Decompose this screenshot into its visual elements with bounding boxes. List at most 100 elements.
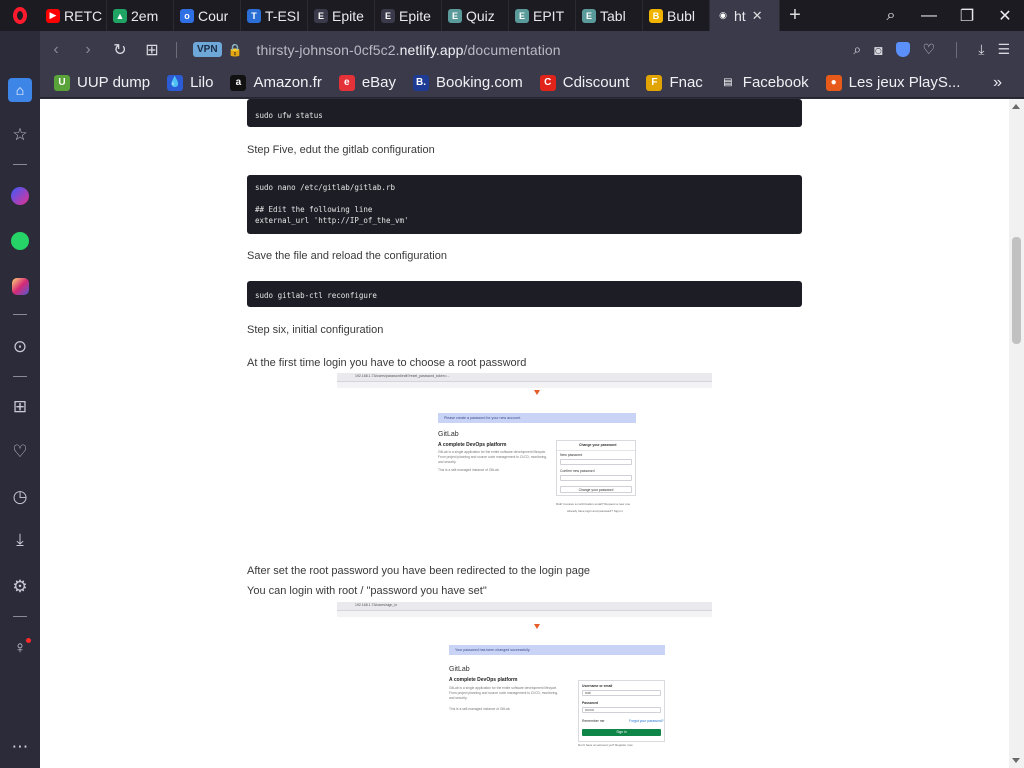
username-label: Username or email: [582, 684, 613, 688]
confirm-password-input[interactable]: [560, 475, 632, 481]
instagram-icon[interactable]: [0, 274, 40, 298]
page-scrollbar[interactable]: [1009, 99, 1024, 768]
tips-bulb-icon[interactable]: ♀: [0, 636, 40, 660]
gitlab-title: GitLab: [438, 431, 459, 438]
minimize-button[interactable]: —: [910, 7, 948, 25]
bookmark-item[interactable]: e eBay: [338, 74, 396, 91]
register-link[interactable]: Don't have an account yet? Register now: [578, 743, 633, 747]
bookmark-item[interactable]: U UUP dump: [54, 74, 150, 91]
scroll-thumb[interactable]: [1012, 237, 1021, 344]
sign-in-link[interactable]: Already have login and password? Sign in: [567, 509, 623, 513]
toolbar-separator: [956, 41, 958, 58]
downloads-icon[interactable]: ⤓: [0, 528, 40, 552]
gitlab-title: GitLab: [449, 666, 470, 673]
tab-title: EPIT: [533, 7, 565, 24]
download-icon[interactable]: ⤓: [978, 41, 984, 58]
bookmark-item[interactable]: a Amazon.fr: [230, 74, 322, 91]
bookmark-item[interactable]: ▤ Facebook: [719, 74, 809, 91]
maximize-button[interactable]: ❐: [948, 6, 986, 26]
remember-me-checkbox[interactable]: Remember me: [582, 719, 604, 723]
history-icon[interactable]: ◷: [0, 485, 40, 509]
forgot-password-link[interactable]: Forgot your password?: [629, 719, 664, 723]
messenger-icon[interactable]: [0, 184, 40, 208]
bookmark-item[interactable]: B. Booking.com: [413, 74, 523, 91]
bookmark-item[interactable]: 💧 Lilo: [167, 74, 213, 91]
shield-icon[interactable]: [895, 42, 910, 57]
bookmarks-overflow-icon[interactable]: »: [993, 74, 1002, 92]
easy-setup-icon[interactable]: ☰: [997, 41, 1010, 58]
search-icon[interactable]: ⌕: [853, 41, 861, 58]
new-password-input[interactable]: [560, 459, 632, 465]
scroll-up-arrow[interactable]: [1012, 104, 1020, 109]
tab-favicon-icon: E: [582, 8, 596, 23]
username-input[interactable]: root: [582, 690, 661, 696]
tab-search-icon[interactable]: ⌕: [872, 7, 910, 25]
heart-icon[interactable]: ♡: [0, 440, 40, 464]
heart-icon[interactable]: ♡: [923, 41, 936, 58]
browser-tab[interactable]: E EPIT: [509, 0, 576, 31]
sign-in-button[interactable]: Sign in: [582, 729, 661, 736]
player-icon[interactable]: ⊙: [0, 335, 40, 359]
bookmark-label: Amazon.fr: [253, 74, 322, 91]
embedded-url: 192.168.1.73/users/sign_in: [355, 603, 398, 607]
page-viewport: sudo ufw status Step Five, edut the gitl…: [40, 99, 1009, 768]
scroll-down-arrow[interactable]: [1012, 758, 1020, 763]
notification-dot: [26, 638, 31, 643]
gitlab-note: This is a self-managed instance of GitLa…: [449, 707, 511, 711]
reload-button[interactable]: ↻: [104, 40, 136, 60]
browser-tab[interactable]: E Epite: [375, 0, 442, 31]
browser-tab[interactable]: E Tabl: [576, 0, 643, 31]
opera-menu-button[interactable]: [0, 0, 40, 31]
tabs-grid-icon[interactable]: ⊞: [0, 395, 40, 419]
vpn-badge[interactable]: VPN: [193, 42, 222, 57]
url-prefix: thirsty-johnson-0cf5c2.: [256, 41, 400, 58]
home-icon[interactable]: ⌂: [8, 78, 32, 102]
form-title: Change your password: [579, 443, 617, 447]
browser-tab[interactable]: o Cour: [174, 0, 241, 31]
browser-tab[interactable]: T T-ESI: [241, 0, 308, 31]
back-button[interactable]: ‹: [40, 41, 72, 59]
confirm-password-label: Confirm new password: [560, 469, 595, 473]
settings-icon[interactable]: ⚙: [0, 575, 40, 599]
tab-favicon-icon: E: [314, 8, 328, 23]
bookmark-label: UUP dump: [77, 74, 151, 91]
embedded-url: 192.168.1.73/users/password/edit?reset_p…: [355, 374, 450, 378]
whatsapp-icon[interactable]: [0, 229, 40, 253]
browser-tab[interactable]: ▶ RETC: [40, 0, 107, 31]
browser-tab[interactable]: B Bubl: [643, 0, 710, 31]
gitlab-subtitle: A complete DevOps platform: [449, 677, 518, 683]
url-field[interactable]: thirsty-johnson-0cf5c2.netlify.app/docum…: [257, 42, 561, 58]
bookmark-favicon-icon: U: [54, 74, 70, 91]
browser-tab[interactable]: ◉ ht ✕: [710, 0, 780, 31]
camera-icon[interactable]: ◙: [874, 42, 882, 58]
bookmark-favicon-icon: ●: [825, 74, 842, 91]
success-banner: Your password has been changed successfu…: [449, 645, 665, 655]
close-tab-icon[interactable]: ✕: [752, 8, 763, 24]
close-window-button[interactable]: ✕: [986, 6, 1024, 26]
bookmark-favicon-icon: 💧: [167, 74, 184, 91]
lock-icon[interactable]: 🔒: [228, 43, 243, 57]
sidebar-divider: [13, 164, 27, 165]
browser-tab[interactable]: ▲ 2em: [107, 0, 174, 31]
gitlab-description: GitLab is a single application for the e…: [438, 450, 548, 464]
star-icon[interactable]: ☆: [0, 123, 40, 147]
bookmark-item[interactable]: F Fnac: [646, 74, 703, 91]
tab-favicon-icon: ▲: [113, 8, 127, 23]
bookmark-item[interactable]: ● Les jeux PlayS...: [825, 74, 960, 91]
more-icon[interactable]: ⋯: [0, 735, 40, 759]
browser-tab[interactable]: E Epite: [308, 0, 375, 31]
resend-confirmation-link[interactable]: Didn't receive a confirmation email? Req…: [556, 502, 630, 506]
tab-favicon-icon: E: [381, 8, 395, 23]
password-input[interactable]: ••••••••: [582, 707, 661, 713]
tab-title: Quiz: [466, 7, 495, 24]
bookmark-item[interactable]: C Cdiscount: [539, 74, 629, 91]
change-password-button[interactable]: Change your password: [560, 486, 632, 493]
code-block-reconfigure: sudo gitlab-ctl reconfigure: [247, 281, 802, 307]
new-tab-button[interactable]: +: [780, 4, 810, 27]
browser-tab[interactable]: E Quiz: [442, 0, 509, 31]
screenshot-change-password: 192.168.1.73/users/password/edit?reset_p…: [337, 373, 712, 521]
password-label: Password: [582, 701, 599, 705]
tab-overview-icon[interactable]: ⊞: [136, 40, 168, 60]
sign-in-form: Username or email root Password ••••••••…: [578, 680, 665, 742]
forward-button[interactable]: ›: [72, 41, 104, 59]
